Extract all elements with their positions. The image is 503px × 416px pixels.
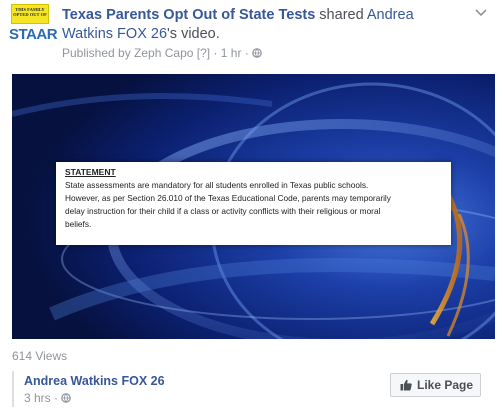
view-count: 614 Views [12, 349, 68, 363]
published-by[interactable]: Published by Zeph Capo [62, 46, 193, 60]
shared-page-card: Andrea Watkins FOX 26 3 hrs · Like Page [12, 367, 495, 416]
globe-icon [252, 47, 262, 58]
globe-icon [61, 392, 72, 403]
avatar-logo-top: THIS FAMILY OPTED OUT OF [11, 4, 49, 24]
like-page-button[interactable]: Like Page [390, 373, 481, 397]
statement-box: STATEMENT State assessments are mandator… [56, 162, 451, 245]
statement-line: delay instruction for their child if a c… [65, 206, 381, 216]
statement-line: beliefs. [65, 219, 92, 229]
shared-page-meta: 3 hrs · [24, 391, 72, 405]
shared-video-post: THIS FAMILY OPTED OUT OF STAAR Texas Par… [0, 0, 503, 416]
shared-page-separator: · [54, 391, 59, 405]
statement-line: However, as per Section 26.010 of the Te… [65, 193, 391, 203]
thumbs-up-icon [400, 379, 412, 391]
statement-line: State assessments are mandatory for all … [65, 180, 369, 190]
meta-separator: · [213, 46, 218, 60]
shared-action-text: shared [315, 7, 367, 23]
card-divider [12, 371, 14, 407]
post-time[interactable]: 1 hr [221, 46, 242, 60]
avatar-logo-staar: STAAR [9, 26, 58, 43]
like-page-label: Like Page [417, 378, 474, 392]
possessive-text: 's video. [167, 26, 220, 42]
video-player[interactable]: STATEMENT State assessments are mandator… [12, 74, 495, 339]
page-name-link[interactable]: Texas Parents Opt Out of State Tests [62, 7, 315, 23]
chevron-down-icon[interactable] [474, 8, 488, 18]
shared-page-time[interactable]: 3 hrs [24, 391, 51, 405]
page-avatar[interactable]: THIS FAMILY OPTED OUT OF STAAR [9, 4, 58, 46]
meta-separator-2: · [244, 46, 249, 60]
shared-page-name-link[interactable]: Andrea Watkins FOX 26 [24, 374, 165, 388]
statement-body: State assessments are mandatory for all … [65, 179, 442, 231]
statement-title: STATEMENT [65, 167, 116, 177]
post-meta: Published by Zeph Capo [?] · 1 hr · [62, 46, 262, 60]
post-headline: Texas Parents Opt Out of State Tests sha… [62, 6, 462, 44]
help-marker[interactable]: [?] [197, 46, 210, 60]
